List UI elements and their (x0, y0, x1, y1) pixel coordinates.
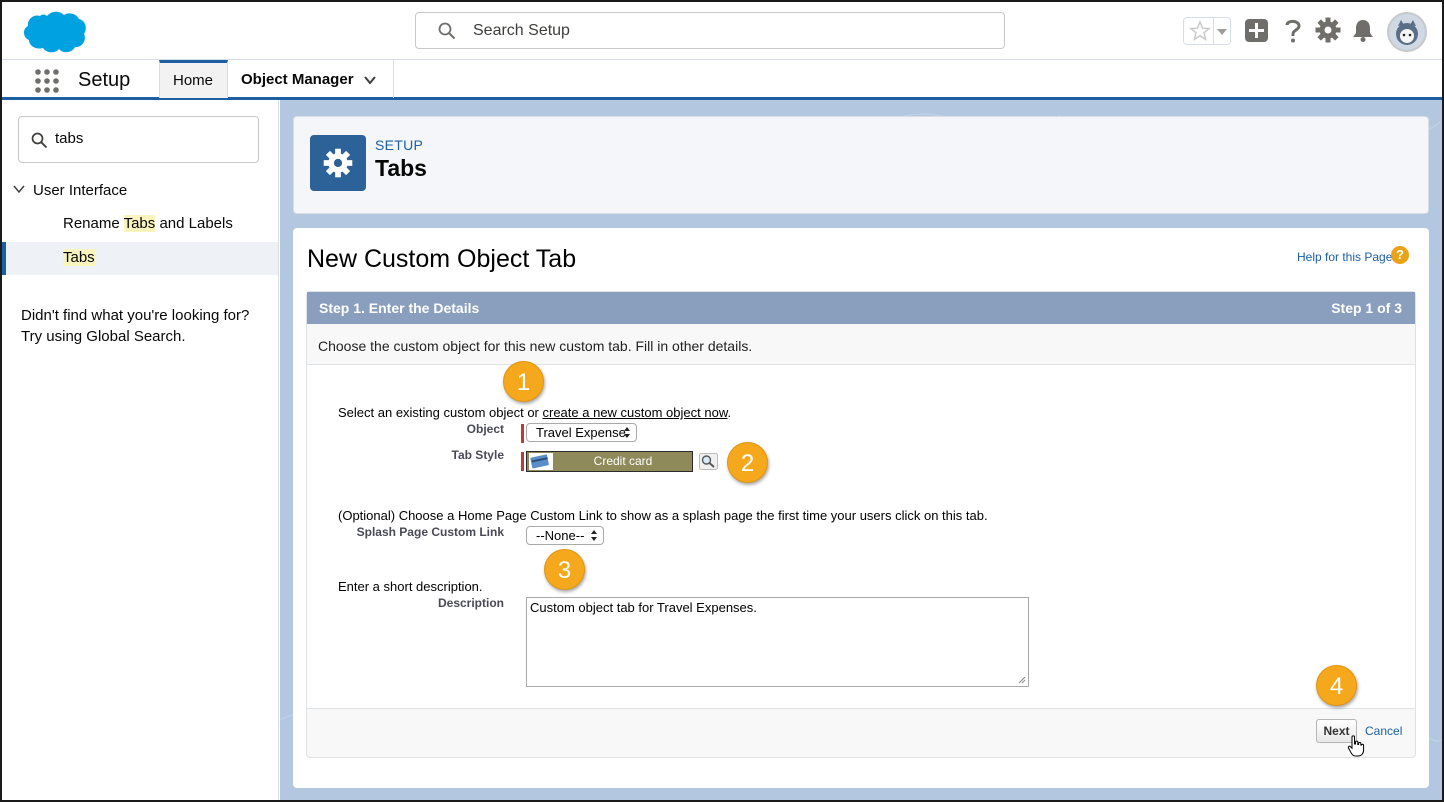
hint-line-2: Try using Global Search. (21, 328, 186, 345)
hint-line-1: Didn't find what you're looking for? (21, 307, 250, 324)
description-value: Custom object tab for Travel Expenses. (530, 600, 757, 615)
description-prompt: Enter a short description. (338, 579, 483, 594)
step-header: Step 1. Enter the Details Step 1 of 3 (307, 292, 1415, 324)
search-highlight: Tabs (123, 215, 156, 232)
step-intro: Choose the custom object for this new cu… (318, 338, 753, 354)
splash-page-select[interactable]: --None-- (526, 526, 604, 545)
credit-card-icon (529, 453, 553, 470)
page-header-card (293, 116, 1429, 214)
sidebar-item-rename-tabs[interactable]: Rename Tabs and Labels (2, 208, 278, 241)
salesforce-cloud-logo[interactable] (20, 10, 86, 54)
gear-icon (323, 148, 353, 178)
breadcrumb: SETUP (375, 137, 424, 153)
astro-avatar-icon (1389, 14, 1425, 50)
app-launcher-icon[interactable] (34, 68, 60, 94)
help-icon[interactable]: ? (1391, 246, 1409, 264)
callout-badge-4: 4 (1316, 665, 1357, 706)
sidebar-item-label: Tabs (63, 249, 95, 266)
callout-badge-1: 1 (503, 361, 544, 402)
select-arrows-icon (624, 427, 630, 438)
callout-badge-2: 2 (727, 442, 768, 483)
required-indicator (521, 452, 524, 471)
help-icon[interactable] (1279, 16, 1307, 44)
quick-find-value: tabs (55, 130, 84, 147)
tab-style-label: Tab Style (451, 448, 504, 462)
chevron-down-icon[interactable] (363, 73, 377, 87)
tree-section-label: User Interface (33, 182, 128, 199)
app-window: Search Setup Setup Home Object Manager t… (0, 0, 1444, 802)
select-arrows-icon (591, 530, 597, 541)
select-object-text: Select an existing custom object or crea… (338, 405, 731, 420)
gear-icon[interactable] (1314, 16, 1342, 44)
cursor-hand-icon (1347, 735, 1365, 757)
add-icon[interactable] (1243, 16, 1271, 44)
tree-section-user-interface[interactable]: User Interface (12, 182, 127, 199)
cancel-link[interactable]: Cancel (1365, 724, 1402, 738)
favorites-button[interactable] (1183, 17, 1231, 45)
sidebar-item-label: Rename Tabs and Labels (63, 215, 233, 232)
object-select-value: Travel Expense (536, 425, 626, 440)
tab-home-label: Home (173, 72, 214, 89)
tab-home[interactable]: Home (159, 60, 228, 98)
quick-find-input[interactable]: tabs (18, 116, 259, 163)
splash-page-value: --None-- (536, 528, 585, 543)
favorites-divider (1213, 18, 1214, 44)
step-count: Step 1 of 3 (1331, 300, 1402, 316)
sidebar-item-tabs[interactable]: Tabs (2, 242, 278, 275)
global-header: Search Setup (2, 2, 1442, 60)
object-label: Object (466, 422, 504, 436)
select-object-suffix: . (727, 405, 732, 420)
search-placeholder: Search Setup (473, 22, 570, 39)
search-icon (438, 22, 456, 40)
select-object-prefix: Select an existing custom object or (338, 405, 543, 420)
optional-splash-text: (Optional) Choose a Home Page Custom Lin… (338, 508, 988, 523)
description-textarea[interactable]: Custom object tab for Travel Expenses. (526, 597, 1029, 687)
setup-page-icon (310, 135, 366, 191)
bell-icon[interactable] (1349, 16, 1377, 44)
required-indicator (521, 424, 524, 443)
step-title: Step 1. Enter the Details (319, 300, 480, 316)
chevron-down-icon (13, 185, 25, 194)
search-highlight: Tabs (63, 249, 95, 266)
page-title: Tabs (375, 155, 427, 181)
setup-search-input[interactable]: Search Setup (415, 12, 1005, 49)
setup-sidebar: tabs User Interface Rename Tabs and Labe… (2, 100, 279, 800)
help-link[interactable]: Help for this Page (1297, 250, 1392, 264)
sidebar-hint: Didn't find what you're looking for? Try… (21, 305, 271, 347)
tab-object-manager[interactable]: Object Manager (228, 60, 394, 98)
callout-badge-3: 3 (544, 549, 585, 590)
chevron-down-icon[interactable] (1216, 27, 1228, 37)
app-name: Setup (78, 69, 131, 91)
description-label: Description (437, 596, 504, 610)
object-select[interactable]: Travel Expense (526, 423, 637, 442)
label-post: and Labels (155, 215, 233, 232)
star-icon[interactable] (1188, 19, 1212, 43)
label-pre: Rename (63, 215, 124, 232)
resize-grip-icon[interactable] (1018, 676, 1026, 684)
tab-style-value: Credit card (593, 454, 653, 468)
tab-object-manager-label: Object Manager (241, 71, 354, 88)
create-custom-object-link[interactable]: create a new custom object now (543, 405, 728, 420)
splash-page-label: Splash Page Custom Link (356, 525, 504, 539)
form-title: New Custom Object Tab (307, 245, 577, 273)
lookup-icon[interactable] (699, 453, 718, 470)
tab-style-swatch: Credit card (526, 451, 693, 472)
app-nav-bar: Setup Home Object Manager (2, 60, 1442, 100)
search-icon (31, 132, 48, 149)
divider (307, 708, 1415, 709)
avatar[interactable] (1387, 12, 1427, 52)
